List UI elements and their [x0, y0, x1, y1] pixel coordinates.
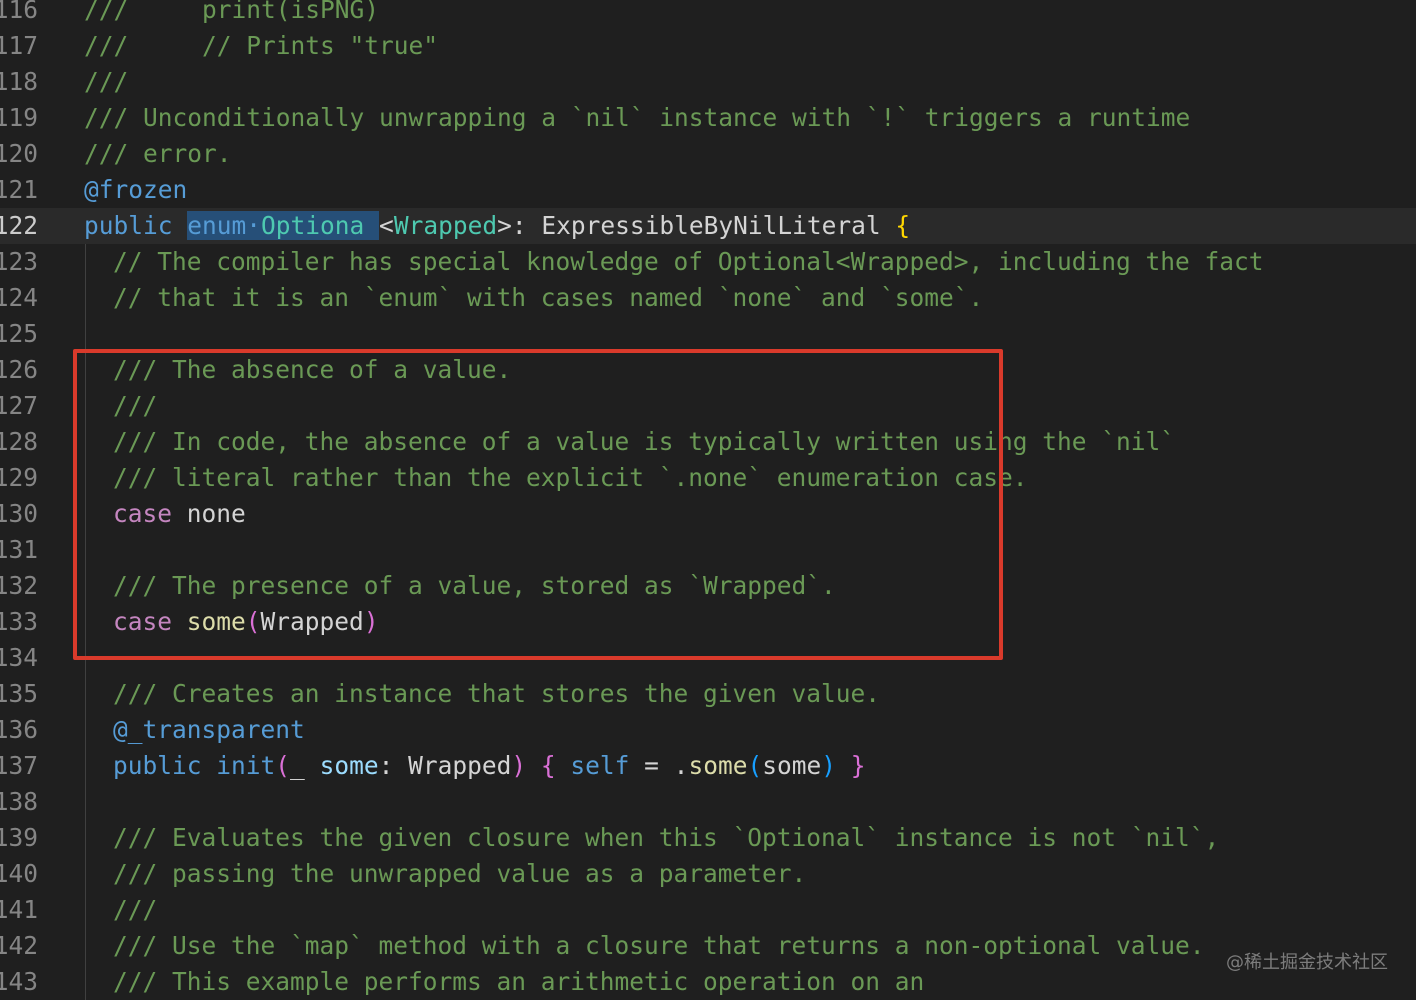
line-number: 136	[0, 715, 38, 744]
doc-comment: ///	[113, 391, 158, 420]
init-declaration: public init(_ some: Wrapped) { self = .s…	[113, 751, 866, 780]
doc-comment: /// The absence of a value.	[113, 355, 512, 384]
code-line[interactable]: 132 /// The presence of a value, stored …	[0, 568, 1416, 604]
code-line[interactable]: 130 case none	[0, 496, 1416, 532]
line-number: 135	[0, 679, 38, 708]
code-line[interactable]: 133 case some(Wrapped)	[0, 604, 1416, 640]
line-number: 139	[0, 823, 38, 852]
code-line[interactable]: 118 ///	[0, 64, 1416, 100]
enum-declaration: public enum·Optiona <Wrapped>: Expressib…	[84, 211, 911, 240]
doc-comment: /// error.	[84, 139, 232, 168]
line-number: 133	[0, 607, 38, 636]
line-number: 132	[0, 571, 38, 600]
code-line[interactable]: 141 ///	[0, 892, 1416, 928]
code-line[interactable]: 142 /// Use the `map` method with a clos…	[0, 928, 1416, 964]
line-number: 130	[0, 499, 38, 528]
code-line[interactable]: 135 /// Creates an instance that stores …	[0, 676, 1416, 712]
doc-comment: /// The presence of a value, stored as `…	[113, 571, 836, 600]
doc-comment: /// Use the `map` method with a closure …	[113, 931, 1205, 960]
doc-comment: ///	[113, 895, 158, 924]
line-number: 131	[0, 535, 38, 564]
code-editor[interactable]: 116 /// print(isPNG) 117 /// // Prints "…	[0, 0, 1416, 1000]
line-number: 142	[0, 931, 38, 960]
doc-comment: /// Evaluates the given closure when thi…	[113, 823, 1220, 852]
doc-comment: /// Creates an instance that stores the …	[113, 679, 881, 708]
line-number: 128	[0, 427, 38, 456]
line-comment: // The compiler has special knowledge of…	[113, 247, 1264, 276]
line-number: 118	[0, 67, 38, 96]
line-number: 125	[0, 319, 38, 348]
doc-comment: ///	[84, 67, 129, 96]
code-line[interactable]: 139 /// Evaluates the given closure when…	[0, 820, 1416, 856]
code-line[interactable]: 143 /// This example performs an arithme…	[0, 964, 1416, 1000]
code-line[interactable]: 134	[0, 640, 1416, 676]
code-line[interactable]: 129 /// literal rather than the explicit…	[0, 460, 1416, 496]
line-number: 127	[0, 391, 38, 420]
doc-comment: /// Unconditionally unwrapping a `nil` i…	[84, 103, 1191, 132]
line-number: 137	[0, 751, 38, 780]
code-line[interactable]: 119 /// Unconditionally unwrapping a `ni…	[0, 100, 1416, 136]
line-number: 141	[0, 895, 38, 924]
case-none: case none	[113, 499, 246, 528]
doc-comment: /// In code, the absence of a value is t…	[113, 427, 1176, 456]
doc-comment: /// This example performs an arithmetic …	[113, 967, 925, 996]
code-line[interactable]: 125	[0, 316, 1416, 352]
line-comment: // that it is an `enum` with cases named…	[113, 283, 984, 312]
code-line[interactable]: 123 // The compiler has special knowledg…	[0, 244, 1416, 280]
line-number: 143	[0, 967, 38, 996]
doc-comment: /// print(isPNG)	[84, 0, 380, 24]
watermark: @稀土掘金技术社区	[1226, 952, 1388, 973]
line-number: 120	[0, 139, 38, 168]
line-number: 121	[0, 175, 38, 204]
line-number: 129	[0, 463, 38, 492]
line-number: 124	[0, 283, 38, 312]
code-line[interactable]: 120 /// error.	[0, 136, 1416, 172]
attribute-transparent: @_transparent	[113, 715, 305, 744]
code-line[interactable]: 121 @frozen	[0, 172, 1416, 208]
code-line[interactable]: 138	[0, 784, 1416, 820]
code-line[interactable]: 137 public init(_ some: Wrapped) { self …	[0, 748, 1416, 784]
code-line[interactable]: 116 /// print(isPNG)	[0, 0, 1416, 28]
doc-comment: /// passing the unwrapped value as a par…	[113, 859, 807, 888]
code-line[interactable]: 126 /// The absence of a value.	[0, 352, 1416, 388]
code-line[interactable]: 131	[0, 532, 1416, 568]
code-line[interactable]: 127 ///	[0, 388, 1416, 424]
code-line[interactable]: 124 // that it is an `enum` with cases n…	[0, 280, 1416, 316]
code-line[interactable]: 128 /// In code, the absence of a value …	[0, 424, 1416, 460]
line-number: 123	[0, 247, 38, 276]
code-line[interactable]: 136 @_transparent	[0, 712, 1416, 748]
line-number: 126	[0, 355, 38, 384]
code-line[interactable]: 117 /// // Prints "true"	[0, 28, 1416, 64]
doc-comment: /// literal rather than the explicit `.n…	[113, 463, 1028, 492]
line-number: 116	[0, 0, 38, 24]
line-number: 117	[0, 31, 38, 60]
code-line-current[interactable]: 122 public enum·Optiona <Wrapped>: Expre…	[0, 208, 1416, 244]
line-number: 138	[0, 787, 38, 816]
line-number: 140	[0, 859, 38, 888]
attribute-frozen: @frozen	[84, 175, 188, 204]
case-some: case some(Wrapped)	[113, 607, 379, 636]
doc-comment: /// // Prints "true"	[84, 31, 439, 60]
line-number: 122	[0, 211, 38, 240]
line-number: 119	[0, 103, 38, 132]
line-number: 134	[0, 643, 38, 672]
code-line[interactable]: 140 /// passing the unwrapped value as a…	[0, 856, 1416, 892]
